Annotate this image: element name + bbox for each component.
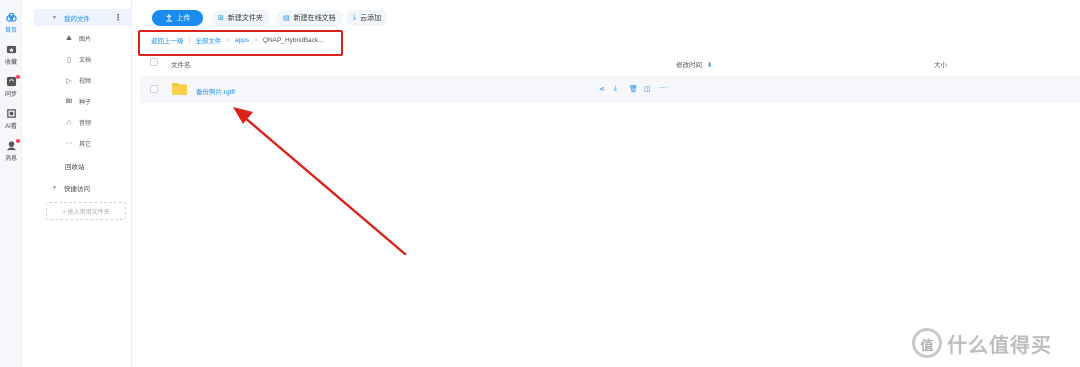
download-icon: ⤓ xyxy=(353,14,357,21)
caret-down-icon[interactable]: ▼ xyxy=(52,185,58,191)
document-icon: ▯ xyxy=(67,56,71,64)
sync-icon xyxy=(6,76,16,87)
tree-item-quick-access[interactable]: ▼ 快捷访问 xyxy=(34,179,132,196)
rail-item-home[interactable]: 首页 xyxy=(0,12,22,34)
tree-item-videos[interactable]: ▷ 视频 xyxy=(34,72,132,89)
rail-label-messages: 消息 xyxy=(4,156,17,162)
tree-item-label: 种子 xyxy=(79,100,92,106)
tree-item-label: 图片 xyxy=(79,37,92,43)
cloud-add-label: 云添加 xyxy=(360,15,382,22)
tree-item-label: 文档 xyxy=(79,58,92,64)
upload-icon xyxy=(165,14,172,22)
watermark: 什么值得买 xyxy=(912,328,1052,358)
rail-label-favorites: 收藏 xyxy=(4,60,17,66)
tree-item-torrents[interactable]: Bt 种子 xyxy=(34,93,132,110)
tree-item-images[interactable]: ⛰ 图片 xyxy=(34,30,132,47)
rail-label-home: 首页 xyxy=(4,28,17,34)
tree-item-label: 回收站 xyxy=(65,163,85,171)
other-icon: ··· xyxy=(65,140,73,147)
new-folder-button[interactable]: ⊞ 新建文件夹 xyxy=(211,10,270,26)
tree-item-audio[interactable]: ∩ 音频 xyxy=(34,114,132,131)
messages-badge xyxy=(16,139,20,143)
row-checkbox[interactable] xyxy=(150,85,158,93)
new-online-doc-button[interactable]: ▤ 新建在线文档 xyxy=(276,10,343,26)
cloud-add-button[interactable]: ⤓ 云添加 xyxy=(346,10,389,26)
tree-item-label: 我的文件 xyxy=(64,15,90,23)
tree-item-label: 视频 xyxy=(79,79,92,85)
tree-item-label: 其它 xyxy=(79,142,92,148)
table-row[interactable] xyxy=(140,76,1080,103)
file-name-link[interactable]: 备份照片.rgtff xyxy=(196,86,235,96)
file-tree-panel: ▼ 我的文件 ⋮ ⛰ 图片 ▯ 文档 ▷ 视频 Bt 种子 ∩ 音频 ··· 其… xyxy=(34,0,132,367)
new-folder-icon: ⊞ xyxy=(218,15,224,22)
image-icon: ⛰ xyxy=(66,34,72,42)
tree-item-label: 音频 xyxy=(79,121,92,127)
sort-down-icon: ⬇ xyxy=(706,62,713,69)
new-folder-label: 新建文件夹 xyxy=(227,15,263,22)
rail-label-ai: AI看 xyxy=(5,124,17,130)
new-document-icon: ▤ xyxy=(283,15,290,22)
watermark-logo xyxy=(912,328,942,358)
tree-item-other[interactable]: ··· 其它 xyxy=(34,135,132,152)
column-header-size[interactable]: 大小 xyxy=(934,59,947,69)
select-all-checkbox[interactable] xyxy=(150,58,158,66)
move-icon[interactable]: ◫ xyxy=(644,85,651,93)
folder-star-icon xyxy=(6,45,16,54)
column-header-modified-label: 修改时间 xyxy=(676,62,702,69)
video-icon: ▷ xyxy=(66,77,72,85)
torrent-icon: Bt xyxy=(65,98,73,105)
drop-folder-zone[interactable]: + 拖入常用文件夹 xyxy=(46,202,126,220)
column-header-name[interactable]: 文件名 xyxy=(171,59,191,69)
share-icon[interactable]: ⋖ xyxy=(599,85,605,93)
tree-item-my-files[interactable]: ▼ 我的文件 ⋮ xyxy=(34,9,132,26)
rail-item-ai[interactable]: AI看 xyxy=(0,108,22,130)
download-icon[interactable]: ⤓ xyxy=(614,85,617,93)
tree-item-label: 快捷访问 xyxy=(64,185,90,193)
tree-item-recycle-bin[interactable]: 回收站 xyxy=(34,157,132,174)
more-horizontal-icon[interactable]: ··· xyxy=(659,83,667,92)
rail-item-favorites[interactable]: 收藏 xyxy=(0,44,22,66)
new-online-doc-label: 新建在线文档 xyxy=(293,15,336,22)
upload-button[interactable]: 上传 xyxy=(152,10,203,26)
caret-down-icon[interactable]: ▼ xyxy=(52,15,58,21)
audio-icon: ∩ xyxy=(66,119,72,126)
home-cloud-icon xyxy=(5,12,17,22)
more-vertical-icon[interactable]: ⋮ xyxy=(114,13,122,22)
sync-badge xyxy=(16,75,20,79)
watermark-text: 什么值得买 xyxy=(947,334,1052,357)
folder-icon xyxy=(172,83,187,95)
rail-label-sync: 同步 xyxy=(4,92,17,98)
upload-label: 上传 xyxy=(176,15,191,22)
rail-item-sync[interactable]: 同步 xyxy=(0,75,22,98)
column-header-modified[interactable]: 修改时间 ⬇ xyxy=(676,59,712,69)
nav-rail: 首页 收藏 同步 AI看 消息 xyxy=(0,0,22,367)
ai-view-icon xyxy=(6,109,16,118)
message-icon xyxy=(6,141,16,151)
rail-item-messages[interactable]: 消息 xyxy=(0,139,22,162)
tree-item-documents[interactable]: ▯ 文档 xyxy=(34,51,132,68)
annotation-highlight-box xyxy=(138,30,343,56)
delete-icon[interactable]: 🗑 xyxy=(629,85,638,93)
